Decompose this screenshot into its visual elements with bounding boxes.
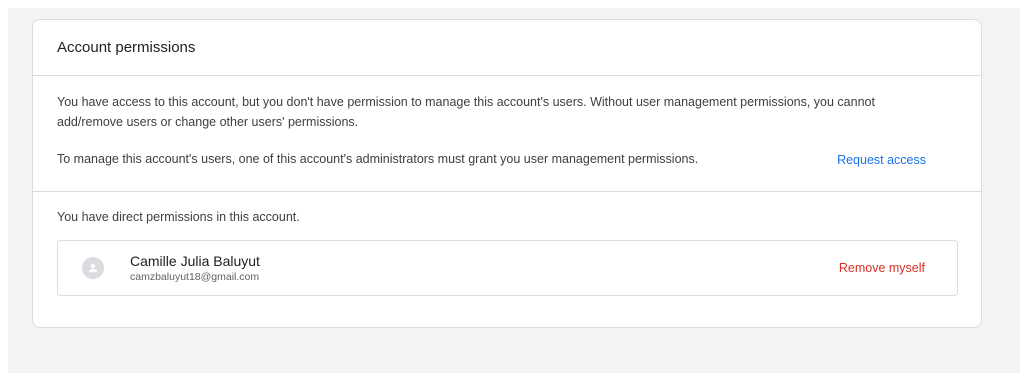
manage-users-message: To manage this account's users, one of t… (57, 152, 699, 167)
card-title: Account permissions (57, 39, 196, 56)
remove-myself-button[interactable]: Remove myself (839, 261, 925, 275)
direct-permissions-message: You have direct permissions in this acco… (57, 210, 300, 224)
user-row: Camille Julia Baluyut camzbaluyut18@gmai… (57, 240, 958, 296)
card-header: Account permissions (33, 20, 981, 76)
direct-permissions-section: You have direct permissions in this acco… (33, 192, 981, 296)
no-permission-message: You have access to this account, but you… (57, 95, 875, 129)
user-name: Camille Julia Baluyut (130, 252, 260, 269)
user-email: camzbaluyut18@gmail.com (130, 270, 260, 283)
user-info: Camille Julia Baluyut camzbaluyut18@gmai… (130, 253, 839, 284)
request-access-row: To manage this account's users, one of t… (57, 150, 926, 170)
permission-notice: You have access to this account, but you… (33, 76, 981, 170)
person-icon (88, 263, 98, 273)
request-access-link[interactable]: Request access (837, 153, 926, 167)
account-permissions-card: Account permissions You have access to t… (32, 19, 982, 328)
avatar (82, 257, 104, 279)
